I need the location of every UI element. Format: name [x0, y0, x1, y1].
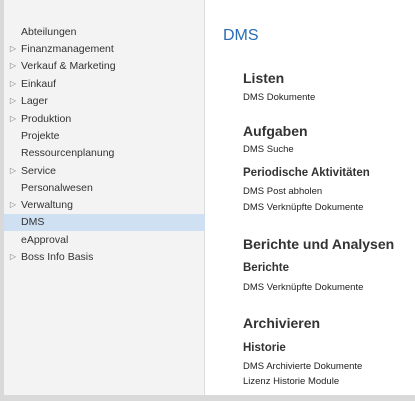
content-area: DMS Listen DMS Dokumente Aufgaben DMS Su…: [206, 0, 415, 395]
page-title: DMS: [223, 27, 259, 44]
link-dms-verknuepfte-dokumente-bericht[interactable]: DMS Verknüpfte Dokumente: [243, 282, 363, 293]
nav-item-label: eApproval: [21, 234, 69, 246]
link-dms-verknuepfte-dokumente[interactable]: DMS Verknüpfte Dokumente: [243, 202, 363, 213]
chevron-right-icon[interactable]: ▷: [8, 41, 18, 57]
section-subtitle-berichte: Berichte: [243, 262, 290, 274]
nav-item-produktion[interactable]: ▷ Produktion: [4, 111, 205, 127]
nav-item-label: Verwaltung: [21, 199, 73, 211]
nav-item-label: Service: [21, 165, 57, 177]
nav-item-label: DMS: [21, 216, 45, 228]
navigation-pane: Abteilungen ▷ Finanzmanagement ▷ Verkauf…: [4, 0, 205, 395]
nav-item-boss-info-basis[interactable]: ▷ Boss Info Basis: [4, 249, 205, 265]
nav-item-label: Ressourcenplanung: [21, 147, 115, 159]
window-border-bottom: [0, 395, 415, 401]
nav-item-label: Personalwesen: [21, 182, 93, 194]
chevron-right-icon[interactable]: ▷: [8, 76, 18, 92]
section-title-archivieren: Archivieren: [243, 315, 321, 331]
nav-item-abteilungen[interactable]: Abteilungen: [4, 24, 205, 40]
nav-item-eapproval[interactable]: eApproval: [4, 232, 205, 248]
chevron-right-icon[interactable]: ▷: [8, 249, 18, 265]
section-title-listen: Listen: [243, 70, 285, 86]
nav-item-personalwesen[interactable]: Personalwesen: [4, 180, 205, 196]
nav-item-label: Abteilungen: [21, 26, 77, 38]
window: Abteilungen ▷ Finanzmanagement ▷ Verkauf…: [0, 0, 415, 401]
chevron-right-icon[interactable]: ▷: [8, 111, 18, 127]
nav-item-lager[interactable]: ▷ Lager: [4, 93, 205, 109]
link-dms-archivierte-dokumente[interactable]: DMS Archivierte Dokumente: [243, 361, 362, 372]
nav-item-label: Produktion: [21, 113, 72, 125]
chevron-right-icon[interactable]: ▷: [8, 93, 18, 109]
nav-item-verkauf-marketing[interactable]: ▷ Verkauf & Marketing: [4, 58, 205, 74]
nav-item-label: Projekte: [21, 130, 60, 142]
nav-item-label: Verkauf & Marketing: [21, 60, 116, 72]
nav-item-finanzmanagement[interactable]: ▷ Finanzmanagement: [4, 41, 205, 57]
chevron-right-icon[interactable]: ▷: [8, 163, 18, 179]
nav-item-verwaltung[interactable]: ▷ Verwaltung: [4, 197, 205, 213]
section-title-aufgaben: Aufgaben: [243, 123, 308, 139]
chevron-right-icon[interactable]: ▷: [8, 197, 18, 213]
chevron-right-icon[interactable]: ▷: [8, 58, 18, 74]
nav-item-ressourcenplanung[interactable]: Ressourcenplanung: [4, 145, 205, 161]
link-lizenz-historie-module[interactable]: Lizenz Historie Module: [243, 376, 339, 387]
nav-item-dms[interactable]: DMS: [4, 214, 205, 231]
nav-item-einkauf[interactable]: ▷ Einkauf: [4, 76, 205, 92]
section-title-berichte-analysen: Berichte und Analysen: [243, 236, 395, 252]
nav-item-label: Lager: [21, 95, 48, 107]
section-subtitle-historie: Historie: [243, 342, 286, 354]
nav-item-label: Finanzmanagement: [21, 43, 114, 55]
nav-item-label: Boss Info Basis: [21, 251, 94, 263]
section-subtitle-periodische: Periodische Aktivitäten: [243, 167, 370, 179]
nav-item-projekte[interactable]: Projekte: [4, 128, 205, 144]
nav-item-label: Einkauf: [21, 78, 57, 90]
nav-item-service[interactable]: ▷ Service: [4, 163, 205, 179]
link-dms-suche[interactable]: DMS Suche: [243, 144, 294, 155]
link-dms-post-abholen[interactable]: DMS Post abholen: [243, 186, 322, 197]
link-dms-dokumente[interactable]: DMS Dokumente: [243, 92, 315, 103]
